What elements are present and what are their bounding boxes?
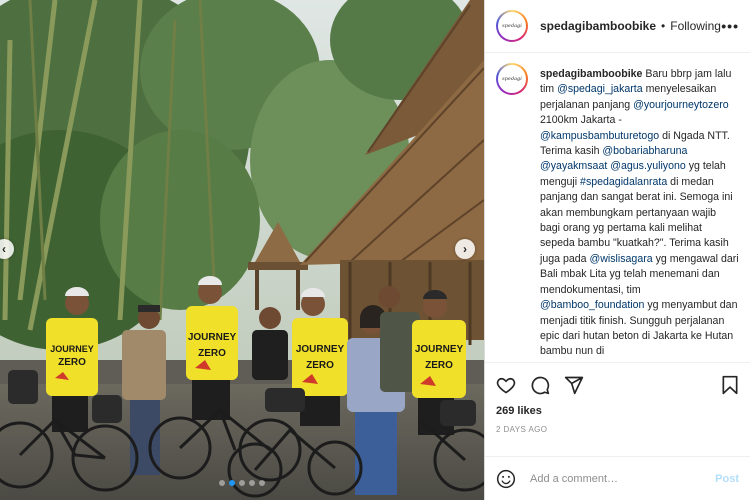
avatar[interactable]: spedagi — [496, 10, 528, 42]
avatar-logo-text: spedagi — [502, 76, 522, 82]
post-side-panel: spedagi spedagibamboobike • Following ••… — [484, 0, 750, 500]
post-comment-button[interactable]: Post — [715, 473, 739, 485]
post-photo[interactable]: JOURNEY ZERO JOURNEY ZERO JOURNEY ZERO J… — [0, 0, 484, 500]
hashtag-link[interactable]: #spedagidalanrata — [580, 176, 667, 188]
caption-segment: di medan panjang dan sangat berat ini. S… — [540, 175, 733, 265]
post-actions: 269 likes 2 DAYS AGO — [485, 362, 750, 434]
bookmark-icon[interactable] — [721, 375, 739, 395]
post-header: spedagi spedagibamboobike • Following ••… — [485, 0, 750, 53]
carousel-dot-active — [229, 480, 235, 486]
svg-text:ZERO: ZERO — [198, 348, 226, 359]
comment-bar: Post — [485, 456, 750, 500]
mention-link[interactable]: @spedagi_jakarta — [557, 83, 643, 95]
caption-text: spedagibamboobike Baru bbrp jam lalu tim… — [540, 67, 739, 362]
carousel-dot — [219, 480, 225, 486]
caption-username[interactable]: spedagibamboobike — [540, 68, 642, 80]
carousel-dot — [259, 480, 265, 486]
mention-link[interactable]: @agus.yuliyono — [610, 160, 686, 172]
svg-text:ZERO: ZERO — [58, 357, 86, 368]
avatar-inner: spedagi — [498, 12, 526, 40]
carousel-dot — [239, 480, 245, 486]
carousel-dot — [249, 480, 255, 486]
mention-link[interactable]: @yourjourneytozero — [633, 99, 729, 111]
svg-text:JOURNEY: JOURNEY — [415, 344, 464, 355]
header-username[interactable]: spedagibamboobike — [540, 19, 656, 33]
separator-bullet: • — [661, 19, 666, 33]
emoji-icon[interactable] — [496, 469, 516, 489]
chevron-right-icon[interactable]: › — [455, 239, 475, 259]
caption-avatar[interactable]: spedagi — [496, 63, 528, 95]
avatar-logo-text: spedagi — [502, 23, 522, 29]
instagram-post: JOURNEY ZERO JOURNEY ZERO JOURNEY ZERO J… — [0, 0, 750, 500]
mention-link[interactable]: @yayakmsaat — [540, 160, 607, 172]
heart-icon[interactable] — [496, 375, 516, 395]
post-timestamp[interactable]: 2 DAYS AGO — [496, 425, 739, 434]
action-icons-row — [496, 374, 739, 396]
comment-input[interactable] — [530, 472, 700, 485]
avatar-inner: spedagi — [498, 65, 526, 93]
mention-link[interactable]: @kampusbambuturetogo — [540, 130, 659, 142]
svg-text:JOURNEY: JOURNEY — [188, 332, 237, 343]
svg-text:JOURNEY: JOURNEY — [296, 344, 345, 355]
svg-text:ZERO: ZERO — [306, 360, 334, 371]
comment-icon[interactable] — [530, 375, 550, 395]
svg-text:JOURNEY: JOURNEY — [50, 344, 94, 354]
group-photo-illustration: JOURNEY ZERO JOURNEY ZERO JOURNEY ZERO J… — [0, 0, 484, 500]
carousel-indicator — [0, 480, 484, 486]
more-options-icon[interactable]: ••• — [721, 18, 739, 34]
following-button[interactable]: Following — [670, 19, 721, 33]
mention-link[interactable]: @wislisagara — [589, 253, 652, 265]
caption-segment: 2100km Jakarta - — [540, 114, 622, 127]
svg-text:ZERO: ZERO — [425, 360, 453, 371]
caption-area: spedagi spedagibamboobike Baru bbrp jam … — [485, 53, 750, 362]
mention-link[interactable]: @bamboo_foundation — [540, 299, 644, 311]
mention-link[interactable]: @bobariabharuna — [602, 145, 687, 157]
likes-count[interactable]: 269 likes — [496, 405, 739, 417]
share-icon[interactable] — [564, 375, 584, 395]
